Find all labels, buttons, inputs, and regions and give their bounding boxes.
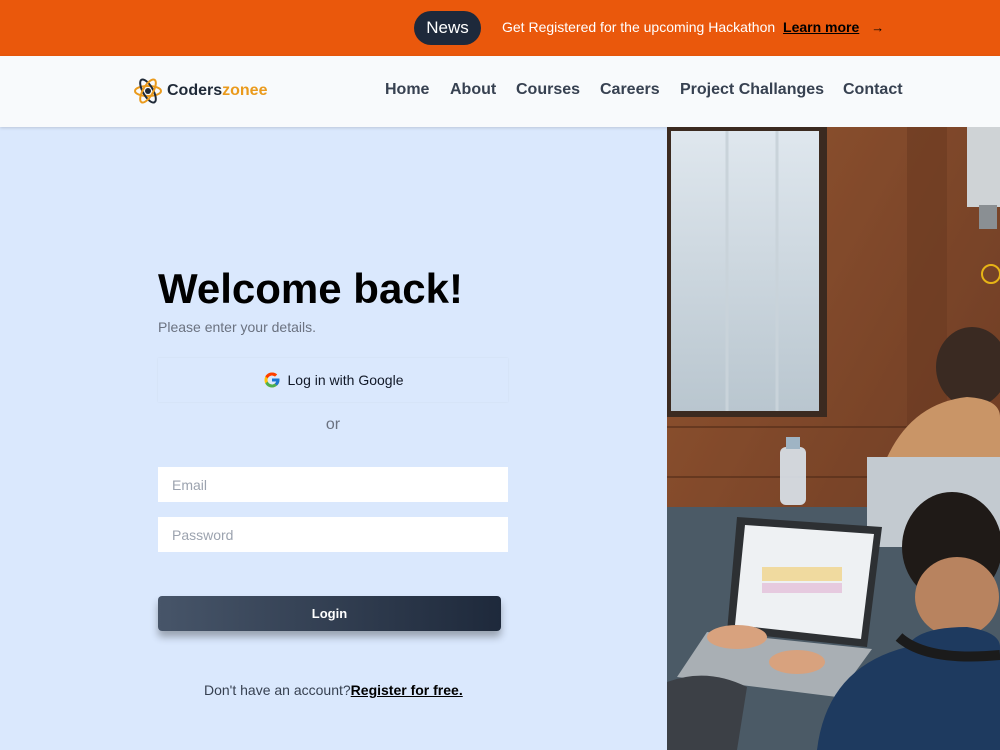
login-button[interactable]: Login	[158, 596, 501, 631]
learn-more-link[interactable]: Learn more	[783, 19, 859, 35]
register-prompt-text: Don't have an account?	[204, 682, 351, 698]
arrow-right-icon: →	[871, 20, 885, 35]
email-field[interactable]	[158, 467, 508, 502]
announcement: Get Registered for the upcoming Hackatho…	[502, 19, 884, 35]
register-prompt: Don't have an account?Register for free.	[204, 682, 463, 698]
nav-project-challanges[interactable]: Project Challanges	[680, 81, 824, 99]
or-divider: or	[325, 416, 341, 433]
nav-courses[interactable]: Courses	[516, 81, 580, 99]
atom-icon	[134, 78, 162, 104]
page-subtitle: Please enter your details.	[158, 319, 316, 335]
password-field[interactable]	[158, 517, 508, 552]
brand-name-accent: zonee	[222, 82, 268, 99]
google-login-button[interactable]: Log in with Google	[158, 358, 508, 402]
navbar: Coderszonee Home About Courses Careers P…	[0, 56, 1000, 127]
announcement-text: Get Registered for the upcoming Hackatho…	[502, 19, 776, 35]
page-title: Welcome back!	[158, 265, 464, 312]
hero-photo	[667, 127, 1000, 750]
brand-logo[interactable]: Coderszonee	[133, 76, 267, 106]
nav-about[interactable]: About	[450, 81, 496, 99]
brand-name: Coderszonee	[167, 82, 267, 100]
announcement-bar: News Get Registered for the upcoming Hac…	[0, 0, 1000, 56]
google-icon	[264, 372, 280, 388]
google-login-label: Log in with Google	[287, 372, 404, 388]
nav-careers[interactable]: Careers	[600, 81, 660, 99]
nav-home[interactable]: Home	[385, 81, 429, 99]
nav-contact[interactable]: Contact	[843, 81, 903, 99]
hero-photo-illustration	[667, 127, 1000, 750]
news-badge: News	[414, 11, 481, 45]
register-link[interactable]: Register for free.	[351, 682, 463, 698]
brand-name-main: Coders	[167, 82, 223, 99]
